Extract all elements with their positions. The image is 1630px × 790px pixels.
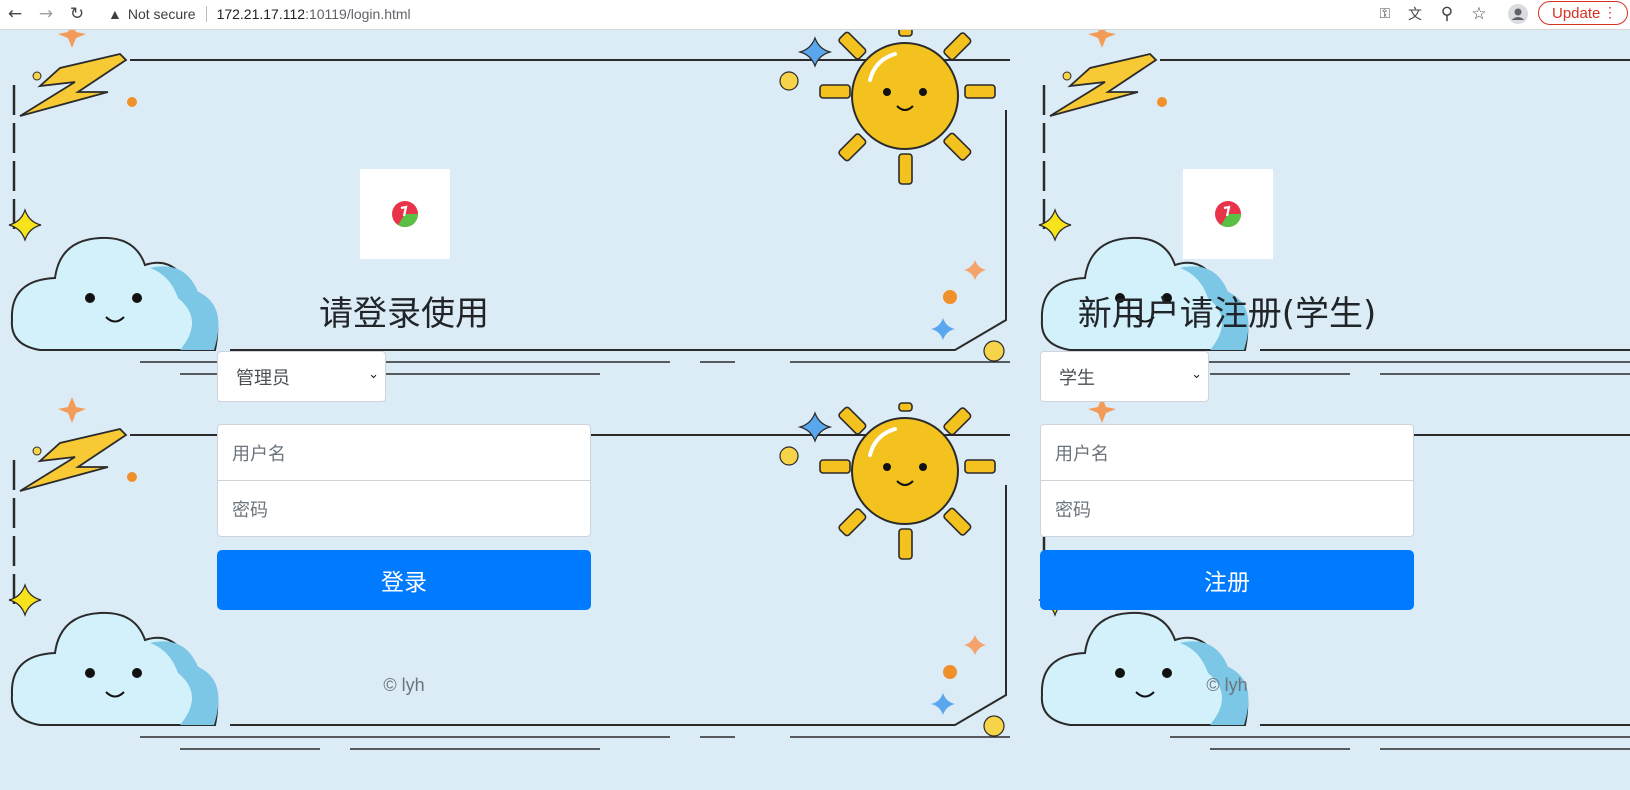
security-label: Not secure (127, 6, 196, 22)
login-role-value: 管理员 (236, 367, 290, 389)
register-username-input[interactable]: 用户名 (1040, 424, 1414, 481)
forward-arrow-icon[interactable]: → (35, 3, 57, 25)
register-role-select[interactable]: 学生 ⌄ (1040, 351, 1209, 402)
login-password-input[interactable]: 密码 (217, 480, 591, 537)
login-title: 请登录使用 (319, 294, 489, 334)
register-username-placeholder: 用户名 (1055, 443, 1109, 465)
login-username-placeholder: 用户名 (232, 443, 286, 465)
logo-icon (392, 201, 419, 228)
warning-icon: ▲ (108, 6, 122, 22)
login-password-placeholder: 密码 (232, 499, 268, 521)
register-button[interactable]: 注册 (1040, 550, 1414, 610)
reload-icon[interactable]: ↻ (66, 3, 88, 25)
translate-icon[interactable]: 文 (1404, 3, 1426, 25)
profile-avatar-icon[interactable] (1507, 3, 1529, 25)
logo-icon (1215, 201, 1242, 228)
register-button-label: 注册 (1204, 570, 1250, 596)
url-path: :10119/login.html (305, 6, 411, 22)
back-arrow-icon[interactable]: ← (4, 3, 26, 25)
more-menu-icon: ⋮ (1603, 4, 1617, 20)
zoom-icon[interactable]: ⚲ (1436, 3, 1458, 25)
register-role-value: 学生 (1059, 367, 1095, 389)
register-logo (1183, 169, 1273, 259)
update-label: Update (1552, 4, 1601, 22)
register-password-placeholder: 密码 (1055, 499, 1091, 521)
login-role-select[interactable]: 管理员 ⌄ (217, 351, 386, 402)
login-logo (360, 169, 450, 259)
chevron-down-icon: ⌄ (1191, 367, 1202, 382)
register-title: 新用户请注册(学生) (1077, 294, 1377, 334)
register-password-input[interactable]: 密码 (1040, 480, 1414, 537)
bookmark-star-icon[interactable]: ☆ (1468, 3, 1490, 25)
chevron-down-icon: ⌄ (368, 367, 379, 382)
address-separator (205, 6, 207, 22)
login-button-label: 登录 (381, 570, 427, 596)
update-button[interactable]: Update ⋮ (1538, 1, 1628, 25)
browser-toolbar: ← → ↻ ▲ Not secure 172.21.17.112:10119/l… (0, 0, 1630, 30)
address-bar[interactable]: ▲ Not secure 172.21.17.112:10119/login.h… (108, 2, 1323, 26)
url-host: 172.21.17.112 (216, 6, 306, 22)
key-icon[interactable]: ⚿ (1374, 3, 1396, 25)
login-button[interactable]: 登录 (217, 550, 591, 610)
login-username-input[interactable]: 用户名 (217, 424, 591, 481)
register-footer: © lyh (1206, 675, 1248, 695)
login-footer: © lyh (383, 675, 425, 695)
